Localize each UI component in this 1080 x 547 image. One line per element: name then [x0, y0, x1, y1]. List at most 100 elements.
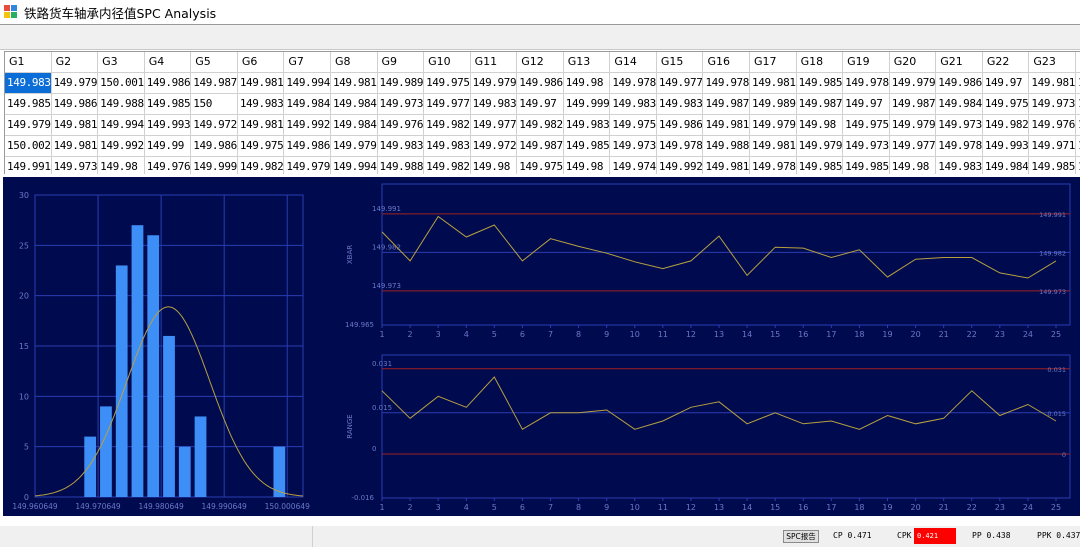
table-cell[interactable]: 149.973 [842, 135, 890, 157]
table-cell[interactable]: 149.981 [749, 135, 797, 157]
table-cell[interactable]: 149.987 [889, 93, 937, 115]
table-cell[interactable]: 149.987 [190, 72, 238, 94]
table-cell[interactable]: 149.975 [423, 72, 471, 94]
table-cell[interactable]: 149.981 [237, 72, 285, 94]
table-cell[interactable]: 149.99 [144, 135, 192, 157]
table-cell[interactable]: 149.98 [889, 156, 937, 174]
table-cell[interactable]: 149.981 [702, 156, 750, 174]
table-cell[interactable]: 149.994 [97, 114, 145, 136]
table-cell[interactable]: 149.977 [423, 93, 471, 115]
column-header[interactable]: G14 [609, 52, 657, 73]
table-cell[interactable]: 149.983 [563, 114, 611, 136]
table-cell[interactable]: 149.982 [423, 156, 471, 174]
table-cell[interactable]: 149.977 [889, 135, 937, 157]
table-cell[interactable]: 149.981 [51, 114, 99, 136]
table-cell[interactable]: 149.972 [470, 135, 518, 157]
table-cell[interactable]: 149.985 [796, 72, 844, 94]
table-cell[interactable]: 149.979 [5, 114, 52, 136]
table-cell[interactable]: 149.986 [144, 72, 192, 94]
spc-report-button[interactable]: SPC报告 [783, 530, 819, 543]
table-cell[interactable]: 149.976 [377, 114, 425, 136]
table-cell[interactable]: 149.977 [656, 72, 704, 94]
table-cell[interactable]: 149.985 [842, 156, 890, 174]
table-cell[interactable]: 149.978 [609, 72, 657, 94]
table-cell[interactable]: 149.978 [842, 72, 890, 94]
table-cell[interactable]: 149.977 [470, 114, 518, 136]
table-cell[interactable]: 149.988 [377, 156, 425, 174]
table-cell[interactable]: 149.98 [97, 156, 145, 174]
column-header[interactable]: G16 [702, 52, 750, 73]
table-cell[interactable]: 149.987 [796, 93, 844, 115]
table-cell[interactable]: 149.981 [1028, 72, 1076, 94]
table-cell[interactable]: 149.979 [330, 135, 378, 157]
table-cell[interactable]: 149.983 [377, 135, 425, 157]
column-header[interactable]: G19 [842, 52, 890, 73]
column-header[interactable]: G7 [283, 52, 331, 73]
table-cell[interactable]: 149.978 [935, 135, 983, 157]
column-header[interactable]: G21 [935, 52, 983, 73]
column-header[interactable]: G3 [97, 52, 145, 73]
table-cell[interactable]: 150.002 [5, 135, 52, 157]
table-cell[interactable]: 149.992 [97, 135, 145, 157]
table-cell[interactable]: 149.993 [982, 135, 1030, 157]
table-cell[interactable]: 149.986 [1075, 156, 1080, 174]
table-cell[interactable]: 149.988 [97, 93, 145, 115]
column-header[interactable]: G10 [423, 52, 471, 73]
table-cell[interactable]: 149.989 [377, 72, 425, 94]
table-cell[interactable]: 149.978 [656, 135, 704, 157]
column-header[interactable]: G12 [516, 52, 564, 73]
table-cell[interactable]: 149.987 [702, 93, 750, 115]
table-cell[interactable]: 149.992 [283, 114, 331, 136]
column-header[interactable]: G11 [470, 52, 518, 73]
table-cell[interactable]: 149.986 [283, 135, 331, 157]
table-cell[interactable]: 149.992 [656, 156, 704, 174]
table-cell[interactable]: 149.984 [330, 93, 378, 115]
table-cell[interactable]: 149.972 [190, 114, 238, 136]
table-cell[interactable]: 149.975 [609, 114, 657, 136]
table-cell[interactable]: 149.976 [144, 156, 192, 174]
table-cell[interactable]: 149.982 [237, 156, 285, 174]
table-cell[interactable]: 149.985 [796, 156, 844, 174]
table-cell[interactable]: 149.97 [516, 93, 564, 115]
table-cell[interactable]: 149.984 [982, 156, 1030, 174]
table-cell[interactable]: 149.975 [516, 156, 564, 174]
table-cell[interactable]: 149.993 [144, 114, 192, 136]
table-cell[interactable]: 149.981 [51, 135, 99, 157]
column-header[interactable]: G6 [237, 52, 285, 73]
table-cell[interactable]: 149.983 [5, 72, 52, 94]
table-cell[interactable]: 149.973 [377, 93, 425, 115]
table-cell[interactable]: 149.983 [423, 135, 471, 157]
column-header[interactable]: G22 [982, 52, 1030, 73]
table-cell[interactable]: 149.983 [609, 93, 657, 115]
table-cell[interactable]: 149.999 [190, 156, 238, 174]
table-cell[interactable]: 149.979 [470, 72, 518, 94]
table-cell[interactable]: 149.986 [656, 114, 704, 136]
table-cell[interactable]: 149.975 [842, 114, 890, 136]
table-cell[interactable]: 149.983 [237, 93, 285, 115]
table-cell[interactable]: 149.98 [796, 114, 844, 136]
table-cell[interactable]: 149.968 [1075, 72, 1080, 94]
table-cell[interactable]: 149.975 [237, 135, 285, 157]
table-cell[interactable]: 149.98 [563, 156, 611, 174]
table-cell[interactable]: 149.976 [1028, 114, 1076, 136]
table-cell[interactable]: 149.988 [702, 135, 750, 157]
table-cell[interactable]: 149.989 [749, 93, 797, 115]
column-header[interactable]: G4 [144, 52, 192, 73]
table-cell[interactable]: 149.97 [982, 72, 1030, 94]
table-cell[interactable]: 149.985 [144, 93, 192, 115]
column-header[interactable]: G8 [330, 52, 378, 73]
table-cell[interactable]: 149.984 [935, 93, 983, 115]
table-cell[interactable]: 149.971 [1028, 135, 1076, 157]
table-cell[interactable]: 149.994 [283, 72, 331, 94]
table-cell[interactable]: 149.973 [935, 114, 983, 136]
table-cell[interactable]: 149.985 [563, 135, 611, 157]
table-cell[interactable]: 149.984 [283, 93, 331, 115]
table-cell[interactable]: 149.981 [237, 114, 285, 136]
table-cell[interactable]: 149.978 [1075, 93, 1080, 115]
table-cell[interactable]: 149.985 [5, 93, 52, 115]
table-cell[interactable]: 149.991 [5, 156, 52, 174]
table-cell[interactable]: 149.983 [656, 93, 704, 115]
table-cell[interactable]: 149.979 [749, 114, 797, 136]
table-cell[interactable]: 149.98 [563, 72, 611, 94]
column-header[interactable]: G1 [5, 52, 52, 73]
